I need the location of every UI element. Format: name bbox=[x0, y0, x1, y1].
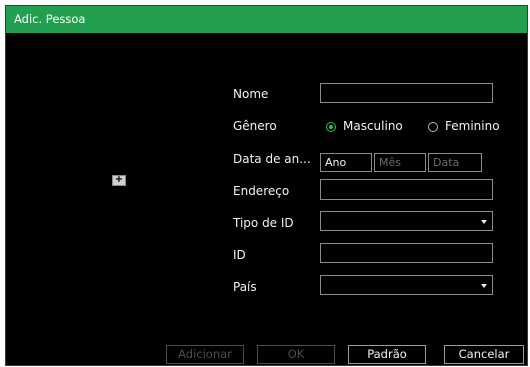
id-input[interactable] bbox=[320, 243, 493, 263]
country-dropdown[interactable] bbox=[320, 275, 493, 295]
birthdate-day-field[interactable]: Data bbox=[428, 153, 482, 172]
dialog-title: Adic. Pessoa bbox=[6, 6, 527, 33]
country-label: País bbox=[233, 280, 257, 294]
ok-button[interactable]: OK bbox=[257, 345, 335, 364]
gender-female-radio[interactable] bbox=[428, 122, 438, 132]
id-label: ID bbox=[233, 248, 246, 262]
address-label: Endereço bbox=[233, 184, 290, 198]
birthdate-year-field[interactable]: Ano bbox=[320, 153, 372, 172]
gender-female-label: Feminino bbox=[445, 119, 500, 133]
chevron-down-icon bbox=[481, 220, 487, 224]
gender-male-radio[interactable] bbox=[326, 122, 336, 132]
chevron-down-icon bbox=[481, 284, 487, 288]
name-label: Nome bbox=[233, 87, 269, 101]
birthdate-month-field[interactable]: Mês bbox=[374, 153, 426, 172]
id-type-label: Tipo de ID bbox=[233, 216, 294, 230]
id-type-dropdown[interactable] bbox=[320, 211, 493, 231]
address-input[interactable] bbox=[320, 179, 493, 200]
default-button[interactable]: Padrão bbox=[348, 345, 426, 364]
add-button[interactable]: Adicionar bbox=[166, 345, 244, 364]
name-input[interactable] bbox=[320, 83, 493, 103]
add-photo-plus-icon[interactable]: + bbox=[112, 175, 126, 186]
birthdate-label: Data de an... bbox=[233, 152, 311, 166]
cancel-button[interactable]: Cancelar bbox=[444, 345, 524, 364]
gender-label: Gênero bbox=[233, 119, 277, 133]
gender-male-label: Masculino bbox=[343, 119, 403, 133]
add-person-dialog: Adic. Pessoa + Nome Gênero Masculino Fem… bbox=[5, 5, 528, 366]
